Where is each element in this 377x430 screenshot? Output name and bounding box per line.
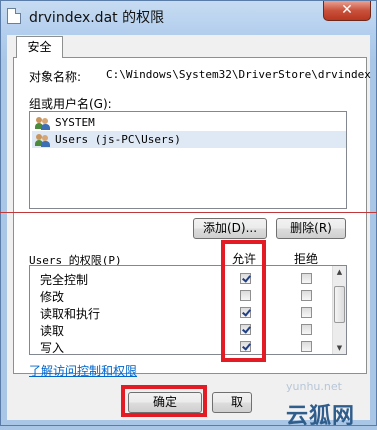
- perm-row-read: 读取: [40, 321, 340, 338]
- users-icon: [35, 133, 51, 147]
- object-name-value: C:\Windows\System32\DriverStore\drvindex: [106, 68, 371, 81]
- annotation-line: [0, 212, 377, 213]
- scroll-down-icon[interactable]: ▼: [333, 342, 346, 354]
- file-icon: [7, 8, 21, 24]
- groups-label: 组或用户名(G):: [29, 97, 112, 111]
- perm-row-read-execute: 读取和执行: [40, 304, 340, 321]
- permissions-list: 完全控制 修改 读取和执行 读取 写入: [29, 265, 347, 355]
- perm-name: 读取和执行: [40, 307, 101, 321]
- user-row-system[interactable]: SYSTEM: [32, 114, 346, 131]
- user-row-users[interactable]: Users (js-PC\Users): [32, 131, 346, 148]
- tab-security[interactable]: 安全: [16, 36, 63, 58]
- deny-checkbox[interactable]: [301, 290, 312, 301]
- perm-row-write: 写入: [40, 338, 340, 355]
- annotation-box-ok: [121, 385, 207, 417]
- perm-row-full-control: 完全控制: [40, 270, 340, 287]
- scroll-thumb[interactable]: [334, 286, 345, 323]
- remove-button[interactable]: 删除(R): [276, 218, 346, 239]
- deny-checkbox[interactable]: [301, 273, 312, 284]
- object-name-label: 对象名称:: [29, 70, 82, 84]
- user-name: SYSTEM: [55, 116, 95, 129]
- perm-name: 写入: [40, 341, 65, 355]
- learn-access-control-link[interactable]: 了解访问控制和权限: [29, 362, 137, 379]
- user-list[interactable]: SYSTEM Users (js-PC\Users): [29, 111, 347, 209]
- window-title: drvindex.dat 的权限: [29, 10, 165, 26]
- perm-name: 读取: [40, 324, 65, 338]
- perm-name: 修改: [40, 290, 65, 304]
- deny-checkbox[interactable]: [301, 324, 312, 335]
- perm-name: 完全控制: [40, 273, 89, 287]
- watermark-logo: 云狐网: [286, 403, 356, 429]
- perm-row-modify: 修改: [40, 287, 340, 304]
- close-button[interactable]: ✕: [323, 1, 371, 21]
- watermark-url: yunhu.net: [286, 380, 342, 393]
- add-button[interactable]: 添加(D)...: [193, 218, 267, 239]
- deny-checkbox[interactable]: [301, 341, 312, 352]
- deny-checkbox[interactable]: [301, 307, 312, 318]
- scroll-up-icon[interactable]: ▲: [333, 266, 346, 278]
- user-name: Users (js-PC\Users): [55, 133, 181, 146]
- annotation-box-allow: [221, 240, 266, 362]
- users-icon: [35, 116, 51, 130]
- permissions-scrollbar[interactable]: ▲ ▼: [332, 266, 346, 354]
- cancel-button[interactable]: 取: [212, 392, 252, 413]
